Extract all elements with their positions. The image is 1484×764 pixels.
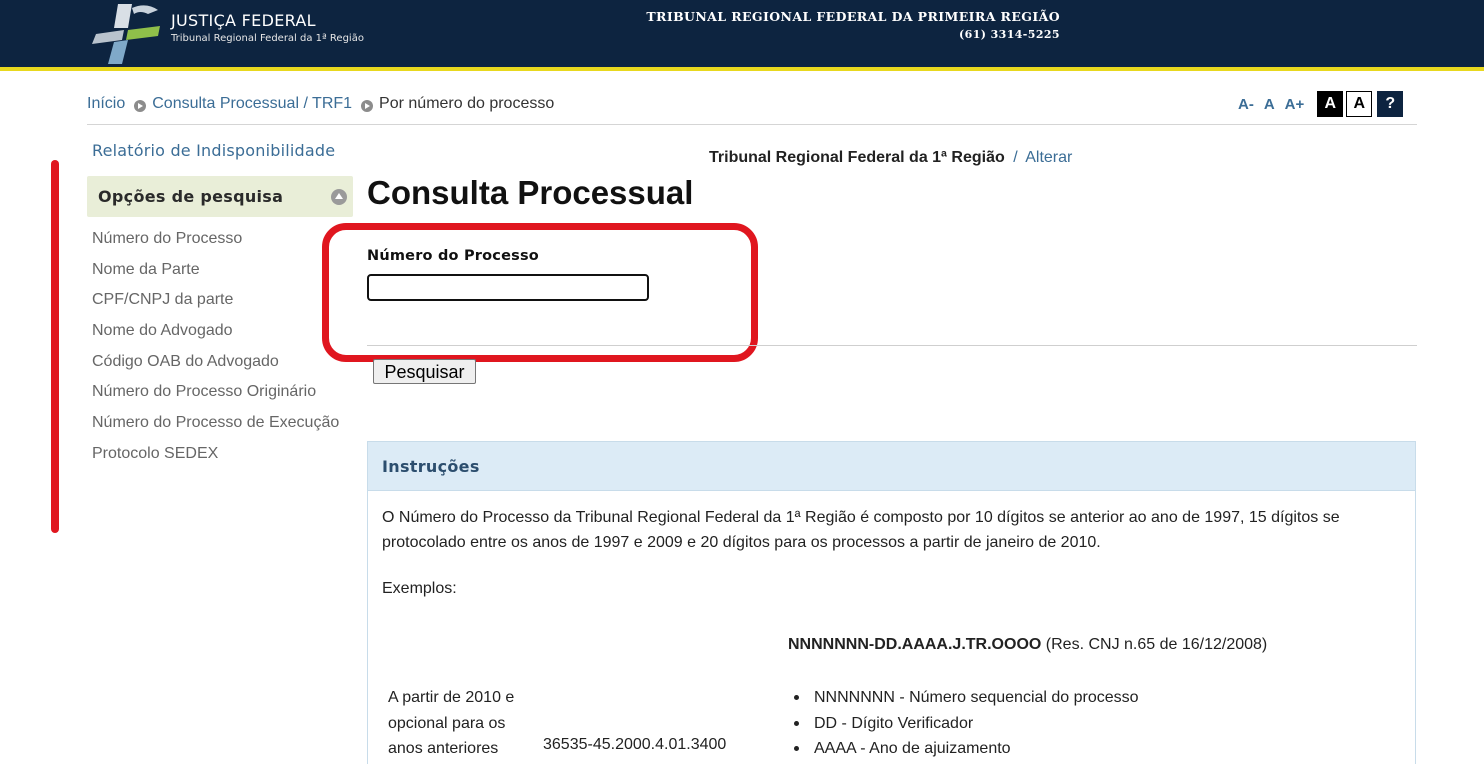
sidebar-item-process-number[interactable]: Número do Processo [92, 226, 342, 251]
format-parts-list: NNNNNNN - Número sequencial do processo … [788, 685, 1139, 762]
instructions-text: O Número do Processo da Tribunal Regiona… [382, 509, 1340, 551]
breadcrumb-current: Por número do processo [379, 95, 555, 112]
header-stripe [0, 67, 1484, 71]
breadcrumb-arrow-icon [134, 100, 147, 112]
unavailability-report-link[interactable]: Relatório de Indisponibilidade [92, 141, 335, 160]
sidebar-item-party-name[interactable]: Nome da Parte [92, 257, 342, 282]
change-region-link[interactable]: Alterar [1025, 149, 1072, 166]
collapse-up-icon[interactable] [331, 189, 347, 205]
format-line: NNNNNNN-DD.AAAA.J.TR.OOOO (Res. CNJ n.65… [788, 636, 1267, 654]
list-item: DD - Dígito Verificador [788, 711, 1139, 737]
region-separator: / [1013, 149, 1018, 166]
examples-label: Exemplos: [382, 580, 457, 597]
page-title: Consulta Processual [367, 174, 694, 211]
search-button[interactable]: Pesquisar [373, 359, 476, 384]
format-note: (Res. CNJ n.65 de 16/12/2008) [1045, 636, 1268, 653]
logo-subtitle: Tribunal Regional Federal da 1ª Região [171, 33, 364, 44]
sidebar-item-original-process-number[interactable]: Número do Processo Originário [92, 379, 342, 404]
sidebar-item-lawyer-oab[interactable]: Código OAB do Advogado [92, 349, 342, 374]
sidebar-item-party-cpf-cnpj[interactable]: CPF/CNPJ da parte [92, 287, 342, 312]
breadcrumb-arrow-icon [361, 100, 374, 112]
region-selector: Tribunal Regional Federal da 1ª Região /… [709, 149, 1072, 167]
sidebar-item-lawyer-name[interactable]: Nome do Advogado [92, 318, 342, 343]
sidebar-item-sedex-protocol[interactable]: Protocolo SEDEX [92, 441, 342, 466]
site-header: JUSTIÇA FEDERAL Tribunal Regional Federa… [0, 0, 1484, 67]
region-name: Tribunal Regional Federal da 1ª Região [709, 149, 1005, 166]
tribunal-name: TRIBUNAL REGIONAL FEDERAL DA PRIMEIRA RE… [646, 9, 1060, 24]
sidebar-item-execution-process-number[interactable]: Número do Processo de Execução [92, 410, 342, 435]
font-decrease-button[interactable]: A- [1238, 96, 1254, 113]
font-increase-button[interactable]: A+ [1285, 96, 1305, 113]
breadcrumb-section-link[interactable]: Consulta Processual / TRF1 [152, 95, 352, 113]
breadcrumb: Início Consulta Processual / TRF1 Por nú… [87, 94, 554, 114]
normal-contrast-button[interactable]: A [1346, 91, 1373, 117]
sidebar-highlight-marker [51, 160, 59, 533]
accessibility-controls: A- A A+ A A ? [1238, 91, 1404, 117]
list-item: AAAA - Ano de ajuizamento [788, 736, 1139, 762]
search-options-header[interactable]: Opções de pesquisa [87, 176, 353, 217]
logo-title: JUSTIÇA FEDERAL [171, 11, 316, 30]
tribunal-phone: (61) 3314-5225 [959, 28, 1060, 41]
logo-emblem-icon [88, 0, 168, 67]
instructions-header: Instruções [368, 442, 1415, 491]
justica-federal-logo[interactable]: JUSTIÇA FEDERAL Tribunal Regional Federa… [88, 0, 368, 67]
process-number-input[interactable] [367, 274, 649, 301]
process-number-label: Número do Processo [367, 248, 539, 264]
instructions-title: Instruções [382, 457, 480, 476]
breadcrumb-divider [87, 124, 1417, 125]
help-button[interactable]: ? [1377, 91, 1404, 117]
high-contrast-button[interactable]: A [1317, 91, 1344, 117]
example-description: A partir de 2010 e opcional para os anos… [388, 689, 515, 757]
example-number: 36535-45.2000.4.01.3400 [543, 736, 727, 753]
instructions-panel: Instruções O Número do Processo da Tribu… [367, 441, 1416, 764]
list-item: NNNNNNN - Número sequencial do processo [788, 685, 1139, 711]
form-divider [367, 345, 1417, 346]
format-code: NNNNNNN-DD.AAAA.J.TR.OOOO [788, 636, 1042, 653]
search-options-title: Opções de pesquisa [98, 187, 284, 206]
font-normal-button[interactable]: A [1264, 96, 1275, 113]
breadcrumb-home-link[interactable]: Início [87, 95, 125, 113]
search-options-list: Número do Processo Nome da Parte CPF/CNP… [92, 226, 342, 472]
